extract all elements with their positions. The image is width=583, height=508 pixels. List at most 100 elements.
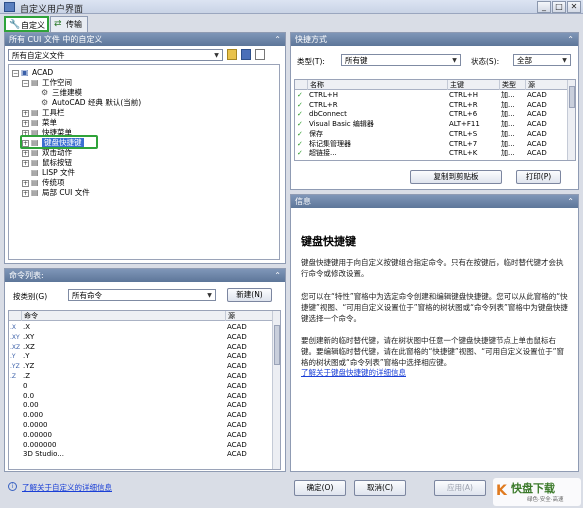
shortcut-row[interactable]: ✓ 标记集管理器 CTRL+7 加... ACAD	[295, 140, 566, 149]
command-name: 0.000000	[23, 440, 57, 449]
shortcut-name: CTRL+R	[309, 100, 338, 109]
command-row[interactable]: .X .X ACAD	[9, 323, 271, 332]
tree-node[interactable]: + ▤ 双击动作	[22, 148, 72, 158]
tree-node[interactable]: + ▤ 局部 CUI 文件	[22, 188, 90, 198]
col-type[interactable]: 类型	[499, 80, 525, 90]
shortcut-row[interactable]: ✓ dbConnect CTRL+6 加... ACAD	[295, 110, 566, 119]
chevron-down-icon: ▼	[214, 52, 219, 59]
shortcut-source: ACAD	[527, 149, 547, 158]
tree-node-label: 局部 CUI 文件	[42, 188, 90, 197]
collapse-up-icon[interactable]: ⌃	[567, 33, 574, 46]
category-filter-select[interactable]: 所有命令 ▼	[68, 289, 216, 301]
shortcuts-grid: 名称 主键 类型 源 ✓ CTRL+H CTRL+H 加... ACAD ✓ CTRL+R C…	[294, 79, 576, 161]
maximize-button[interactable]: □	[552, 1, 566, 13]
command-list-title: 命令列表:	[9, 271, 44, 280]
tree-node[interactable]: + ▤ 传统项	[22, 178, 65, 188]
command-name: 3D Studio...	[23, 450, 64, 459]
shortcuts-panel: 快捷方式 ⌃ 类型(T): 所有键 ▼ 状态(S): 全部 ▼ 名称 主键 类型 源 …	[290, 32, 579, 190]
expand-icon[interactable]: +	[22, 189, 29, 197]
customization-tree: − ▣ ACAD − ▤ 工作空间 ⚙ 三维建模 ⚙ AutoCAD 经典 默认(当前) + ▤ 工具栏…	[8, 64, 280, 260]
filter-label: 按类别(G)	[13, 292, 48, 301]
tree-node[interactable]: − ▤ 工作空间	[22, 78, 72, 88]
command-row[interactable]: .YZ .YZ ACAD	[9, 362, 271, 371]
command-row[interactable]: 0.0 ACAD	[9, 392, 271, 401]
status-select-value: 全部	[517, 56, 532, 65]
collapse-up-icon[interactable]: ⌃	[274, 33, 281, 46]
command-row[interactable]: .Y .Y ACAD	[9, 352, 271, 361]
shortcut-name: CTRL+H	[309, 91, 339, 99]
expand-icon[interactable]: +	[22, 149, 29, 157]
copy-to-clipboard-button[interactable]: 复制到剪贴板	[410, 170, 502, 184]
expand-icon[interactable]: +	[22, 179, 29, 187]
expand-icon[interactable]: +	[22, 159, 29, 167]
command-source: ACAD	[227, 362, 247, 371]
command-row[interactable]: .XZ .XZ ACAD	[9, 343, 271, 352]
collapse-icon[interactable]: −	[12, 69, 19, 77]
shortcut-row[interactable]: ✓ Visual Basic 编辑器 ALT+F11 加... ACAD	[295, 120, 566, 129]
shortcut-name: 保存	[309, 129, 323, 138]
command-source: ACAD	[227, 332, 247, 341]
command-row[interactable]: 0.000 ACAD	[9, 411, 271, 420]
expand-icon[interactable]: +	[22, 119, 29, 127]
ok-button[interactable]: 确定(O)	[294, 480, 346, 496]
scroll-thumb[interactable]	[569, 86, 575, 108]
apply-button[interactable]: 应用(A)	[434, 480, 486, 496]
info-help-link[interactable]: 了解关于键盘快捷键的详细信息	[301, 367, 406, 378]
col-command[interactable]: 命令	[21, 311, 225, 321]
col-key[interactable]: 主键	[447, 80, 499, 90]
tree-node-icon: ▤	[31, 188, 39, 197]
checkmark-icon: ✓	[297, 110, 303, 119]
shortcut-row[interactable]: ✓ 保存 CTRL+S 加... ACAD	[295, 130, 566, 139]
shortcut-row[interactable]: ✓ CTRL+R CTRL+R 加... ACAD	[295, 101, 566, 110]
tab-transfer[interactable]: ⇄ 传输	[50, 16, 88, 32]
shortcut-key: CTRL+6	[449, 110, 478, 119]
status-select[interactable]: 全部 ▼	[513, 54, 571, 66]
scroll-thumb[interactable]	[274, 325, 280, 365]
command-name: .XY	[23, 332, 35, 341]
tab-transfer-label: 传输	[66, 20, 82, 29]
title-bar	[0, 0, 583, 14]
cancel-button[interactable]: 取消(C)	[354, 480, 406, 496]
collapse-icon[interactable]: −	[22, 79, 29, 87]
col-name[interactable]: 名称	[307, 80, 447, 90]
cui-file-select[interactable]: 所有自定义文件 ▼	[8, 49, 223, 61]
preview-icon[interactable]	[255, 49, 265, 60]
collapse-up-icon[interactable]: ⌃	[567, 195, 574, 208]
close-button[interactable]: ✕	[567, 1, 581, 13]
command-row[interactable]: .Z .Z ACAD	[9, 372, 271, 381]
save-icon[interactable]	[241, 49, 251, 60]
tree-node[interactable]: − ▣ ACAD	[12, 68, 53, 78]
customization-help-link[interactable]: 了解关于自定义的详细信息	[22, 482, 112, 493]
tab-customize[interactable]: 🔧 自定义	[4, 16, 49, 32]
new-command-button[interactable]: 新建(N)	[227, 288, 272, 302]
command-row[interactable]: .XY .XY ACAD	[9, 333, 271, 342]
tree-node[interactable]: + ▤ 工具栏	[22, 108, 65, 118]
tree-node-icon: ▤	[31, 158, 39, 167]
command-row[interactable]: 3D Studio... ACAD	[9, 450, 271, 459]
print-button[interactable]: 打印(P)	[516, 170, 561, 184]
open-file-icon[interactable]	[227, 49, 237, 60]
command-row[interactable]: 0.000000 ACAD	[9, 441, 271, 450]
command-row[interactable]: 0 ACAD	[9, 382, 271, 391]
command-row[interactable]: 0.00 ACAD	[9, 401, 271, 410]
shortcut-row[interactable]: ✓ 超链接... CTRL+K 加... ACAD	[295, 149, 566, 158]
shortcut-key: CTRL+7	[449, 139, 478, 148]
tree-node[interactable]: ⚙ AutoCAD 经典 默认(当前)	[32, 98, 141, 108]
tree-node[interactable]: ▤ LISP 文件	[22, 168, 75, 178]
minimize-button[interactable]: _	[537, 1, 551, 13]
expand-icon[interactable]: +	[22, 109, 29, 117]
col-source[interactable]: 源	[225, 311, 273, 321]
command-row[interactable]: 0.0000 ACAD	[9, 421, 271, 430]
shortcuts-scrollbar[interactable]	[567, 80, 575, 160]
shortcut-row[interactable]: ✓ CTRL+H CTRL+H 加... ACAD	[295, 91, 566, 100]
wrench-icon: 🔧	[9, 20, 21, 30]
type-select[interactable]: 所有键 ▼	[341, 54, 461, 66]
tree-node[interactable]: + ▤ 菜单	[22, 118, 57, 128]
col-src[interactable]: 源	[525, 80, 567, 90]
command-scrollbar[interactable]	[272, 311, 280, 469]
tree-node[interactable]: ⚙ 三维建模	[32, 88, 82, 98]
command-row[interactable]: 0.00000 ACAD	[9, 431, 271, 440]
tree-node[interactable]: + ▤ 鼠标按钮	[22, 158, 72, 168]
command-source: ACAD	[227, 421, 247, 429]
collapse-up-icon[interactable]: ⌃	[274, 269, 281, 282]
